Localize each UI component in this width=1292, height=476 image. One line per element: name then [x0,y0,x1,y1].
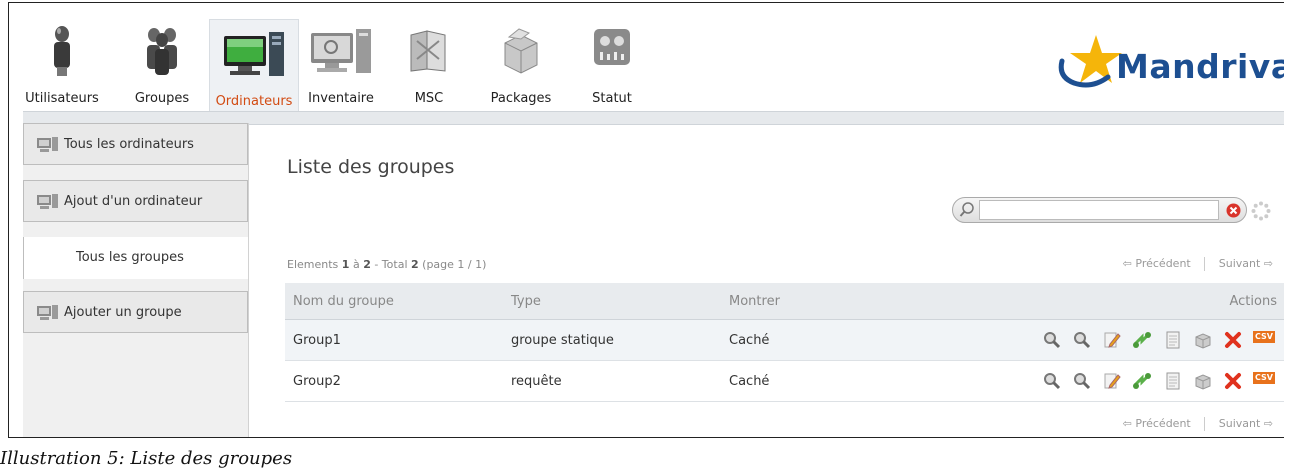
sidebar-item-tous-les-groupes[interactable]: Tous les groupes [23,237,248,279]
arrow-left-icon: ⇦ [1122,257,1132,270]
row-actions: CSV [1009,360,1284,402]
computer-icon [222,28,286,82]
arrow-left-icon: ⇦ [1122,417,1132,430]
divider [1204,257,1206,271]
status-icon [591,25,633,73]
delete-icon[interactable] [1223,371,1243,391]
nav-item-statut[interactable]: Statut [579,17,645,111]
app-frame: Utilisateurs Groupes Ordinateurs Inventa… [8,2,1284,438]
computers-icon [37,137,59,157]
table-row: Group1 groupe statique Caché CSV [285,319,1284,361]
page-title: Liste des groupes [287,156,455,178]
column-header-type[interactable]: Type [503,283,721,320]
pager-total-label: - Total [374,258,408,271]
loading-spinner-icon [1251,201,1271,225]
brand-logo: Mandriva [1044,29,1284,89]
nav-item-label: Inventaire [308,91,374,106]
divider [1204,417,1206,431]
pagination-bottom: ⇦ Précédent Suivant ⇨ [1123,417,1273,431]
group-show-cell: Caché [721,360,1009,402]
sidebar-item-ajouter-groupe[interactable]: Ajouter un groupe [23,291,248,333]
brand-name: Mandriva [1116,47,1284,86]
share-icon[interactable] [1132,371,1152,391]
document-icon[interactable] [1163,330,1183,350]
add-computer-icon [37,194,59,214]
table-header-row: Nom du groupe Type Montrer Actions [285,283,1284,320]
nav-item-label: Utilisateurs [25,91,99,106]
main-content: Liste des groupes Elements 1 à 2 - Total… [249,124,1284,437]
csv-export-button[interactable]: CSV [1253,372,1275,384]
previous-link[interactable]: Précédent [1135,257,1190,270]
pagination-info: Elements 1 à 2 - Total 2 (page 1 / 1) [287,258,486,271]
nav-item-inventaire[interactable]: Inventaire [301,17,381,111]
package-icon[interactable] [1193,330,1213,350]
group-name-cell: Group1 [285,319,503,361]
nav-item-label: Packages [490,91,552,106]
sidebar-item-label: Tous les ordinateurs [64,137,194,152]
zoom-icon[interactable] [1072,371,1092,391]
next-link[interactable]: Suivant [1219,257,1261,270]
search-icon [959,202,975,222]
clear-search-icon[interactable] [1226,203,1241,222]
pager-prefix: Elements [287,258,339,271]
inventory-icon [309,25,373,79]
delete-icon[interactable] [1223,330,1243,350]
nav-item-utilisateurs[interactable]: Utilisateurs [19,17,105,111]
add-group-icon [37,305,59,325]
nav-item-ordinateurs[interactable]: Ordinateurs [209,19,299,114]
nav-item-msc[interactable]: MSC [394,17,464,111]
view-icon[interactable] [1042,371,1062,391]
nav-item-groupes[interactable]: Groupes [127,17,197,111]
nav-item-label: Statut [592,91,632,106]
pager-from: 1 [341,258,350,271]
sidebar-item-tous-les-ordinateurs[interactable]: Tous les ordinateurs [23,123,248,165]
nav-item-label: MSC [414,91,444,106]
package-icon [499,25,543,79]
sidebar: Tous les ordinateurs Ajout d'un ordinate… [23,123,249,437]
document-icon[interactable] [1163,371,1183,391]
share-icon[interactable] [1132,330,1152,350]
edit-icon[interactable] [1102,371,1122,391]
group-show-cell: Caché [721,319,1009,361]
view-icon[interactable] [1042,330,1062,350]
pager-total: 2 [411,258,419,271]
user-icon [48,25,76,81]
arrow-right-icon: ⇨ [1263,257,1273,270]
row-actions: CSV [1009,319,1284,361]
zoom-icon[interactable] [1072,330,1092,350]
column-header-actions: Actions [1009,283,1284,320]
group-type-cell: requête [503,360,721,402]
group-name-cell: Group2 [285,360,503,402]
column-header-nom[interactable]: Nom du groupe [285,283,503,320]
package-icon[interactable] [1193,371,1213,391]
nav-item-label: Groupes [134,91,190,106]
sidebar-item-label: Tous les groupes [76,250,184,265]
pager-page: (page 1 / 1) [422,258,487,271]
edit-icon[interactable] [1102,330,1122,350]
search-input[interactable] [979,200,1219,220]
groups-table: Nom du groupe Type Montrer Actions Group… [285,283,1284,402]
users-group-icon [142,25,182,81]
msc-icon [405,25,453,79]
pager-to: 2 [363,258,371,271]
figure-caption: Illustration 5: Liste des groupes [0,448,293,469]
group-type-cell: groupe statique [503,319,721,361]
sidebar-item-label: Ajouter un groupe [64,305,182,320]
table-row: Group2 requête Caché CSV [285,360,1284,402]
next-link[interactable]: Suivant [1219,417,1261,430]
csv-export-button[interactable]: CSV [1253,331,1275,343]
pager-to-word: à [352,258,360,271]
top-navigation: Utilisateurs Groupes Ordinateurs Inventa… [9,3,1284,114]
sidebar-item-ajout-ordinateur[interactable]: Ajout d'un ordinateur [23,180,248,222]
column-header-montrer[interactable]: Montrer [721,283,1009,320]
previous-link[interactable]: Précédent [1135,417,1190,430]
pagination-top: ⇦ Précédent Suivant ⇨ [1123,257,1273,271]
nav-item-packages[interactable]: Packages [479,17,563,111]
search-box [952,197,1247,223]
sidebar-item-label: Ajout d'un ordinateur [64,194,203,209]
arrow-right-icon: ⇨ [1263,417,1273,430]
nav-item-label: Ordinateurs [215,94,293,109]
